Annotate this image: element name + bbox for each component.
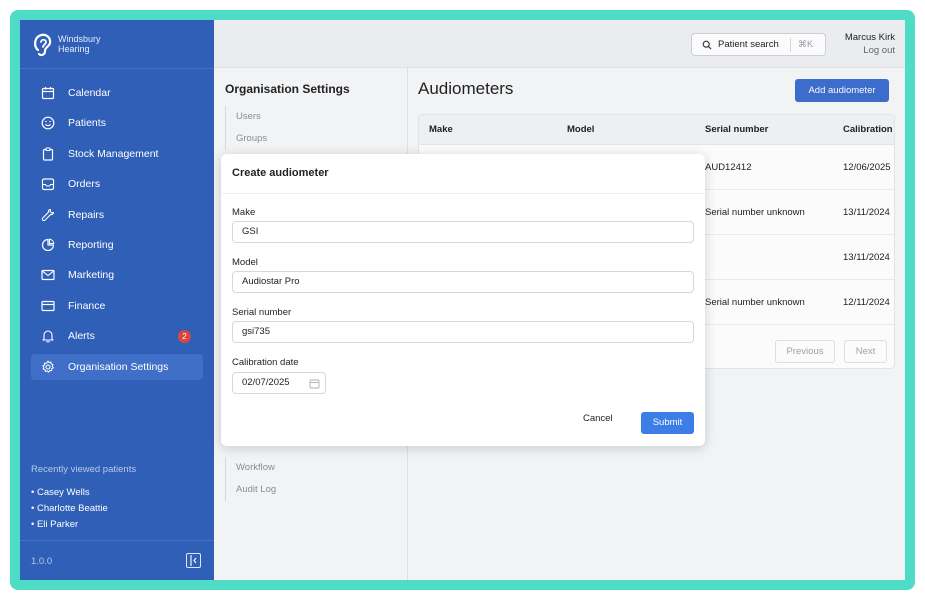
sidebar-item-orders[interactable]: Orders	[31, 171, 203, 197]
ear-logo-icon	[34, 33, 52, 57]
sidebar: Windsbury Hearing Calendar Patients Stoc…	[20, 20, 214, 580]
sidebar-item-repairs[interactable]: Repairs	[31, 202, 203, 228]
make-label: Make	[232, 207, 256, 218]
dialog-title: Create audiometer	[232, 167, 329, 179]
calendar-icon[interactable]	[309, 378, 320, 389]
sidebar-item-marketing[interactable]: Marketing	[31, 262, 203, 288]
sidebar-item-organisation-settings[interactable]: Organisation Settings	[31, 353, 203, 380]
sidebar-nav: Calendar Patients Stock Management Order…	[31, 80, 203, 384]
app-window: Windsbury Hearing Calendar Patients Stoc…	[20, 20, 905, 580]
app-version: 1.0.0	[31, 556, 53, 567]
collapse-sidebar-icon	[190, 555, 197, 566]
calibration-date-label: Calibration date	[232, 357, 299, 368]
recent-patient-link[interactable]: • Eli Parker	[31, 517, 136, 533]
create-audiometer-dialog: Create audiometer Make GSI Model Audiost…	[221, 154, 705, 446]
recent-patients: Recently viewed patients • Casey Wells •…	[31, 464, 136, 533]
sidebar-item-patients[interactable]: Patients	[31, 110, 203, 136]
brand-logo[interactable]: Windsbury Hearing	[32, 30, 101, 58]
sidebar-item-label: Reporting	[68, 238, 114, 251]
sidebar-item-label: Repairs	[68, 208, 105, 221]
brand-name: Windsbury Hearing	[58, 34, 101, 54]
sidebar-item-label: Finance	[68, 299, 106, 312]
calendar-icon	[41, 87, 55, 100]
sidebar-item-reporting[interactable]: Reporting	[31, 232, 203, 258]
mail-icon	[41, 270, 55, 281]
bell-icon	[42, 330, 54, 343]
sidebar-item-label: Marketing	[68, 269, 115, 282]
cancel-button[interactable]: Cancel	[583, 413, 613, 424]
sidebar-divider-bottom	[20, 540, 214, 541]
pie-chart-icon	[41, 238, 55, 252]
wrench-icon	[41, 208, 55, 221]
collapse-sidebar-button[interactable]	[186, 553, 201, 568]
sidebar-item-label: Stock Management	[68, 147, 159, 160]
recent-patient-link[interactable]: • Casey Wells	[31, 485, 136, 501]
inbox-icon	[41, 178, 55, 191]
sidebar-item-stock-management[interactable]: Stock Management	[31, 141, 203, 167]
model-input[interactable]: Audiostar Pro	[232, 271, 694, 293]
sidebar-item-label: Calendar	[68, 87, 111, 99]
submit-button[interactable]: Submit	[641, 412, 694, 434]
brand-name-line2: Hearing	[58, 44, 90, 54]
alerts-count-badge: 2	[178, 330, 191, 344]
sidebar-item-alerts[interactable]: Alerts 2	[31, 323, 203, 349]
recent-patient-link[interactable]: • Charlotte Beattie	[31, 501, 136, 517]
dialog-divider	[221, 193, 705, 194]
serial-number-input[interactable]: gsi735	[232, 321, 694, 343]
sidebar-item-label: Orders	[68, 178, 101, 191]
sidebar-item-calendar[interactable]: Calendar	[31, 80, 203, 106]
calibration-date-input[interactable]: 02/07/2025	[232, 372, 326, 394]
make-input[interactable]: GSI	[232, 221, 694, 243]
gear-icon	[42, 360, 54, 373]
smiley-icon	[41, 116, 55, 130]
sidebar-item-label: Organisation Settings	[68, 360, 169, 373]
credit-card-icon	[41, 300, 55, 311]
sidebar-divider-top	[20, 68, 214, 69]
calibration-date-value: 02/07/2025	[242, 377, 290, 388]
recent-patients-title: Recently viewed patients	[31, 464, 137, 475]
serial-number-label: Serial number	[232, 307, 292, 318]
sidebar-item-label: Alerts	[68, 330, 95, 343]
clipboard-icon	[42, 147, 54, 161]
model-label: Model	[232, 257, 258, 268]
sidebar-item-label: Patients	[68, 117, 106, 130]
brand-name-line1: Windsbury	[58, 34, 101, 44]
sidebar-item-finance[interactable]: Finance	[31, 293, 203, 319]
